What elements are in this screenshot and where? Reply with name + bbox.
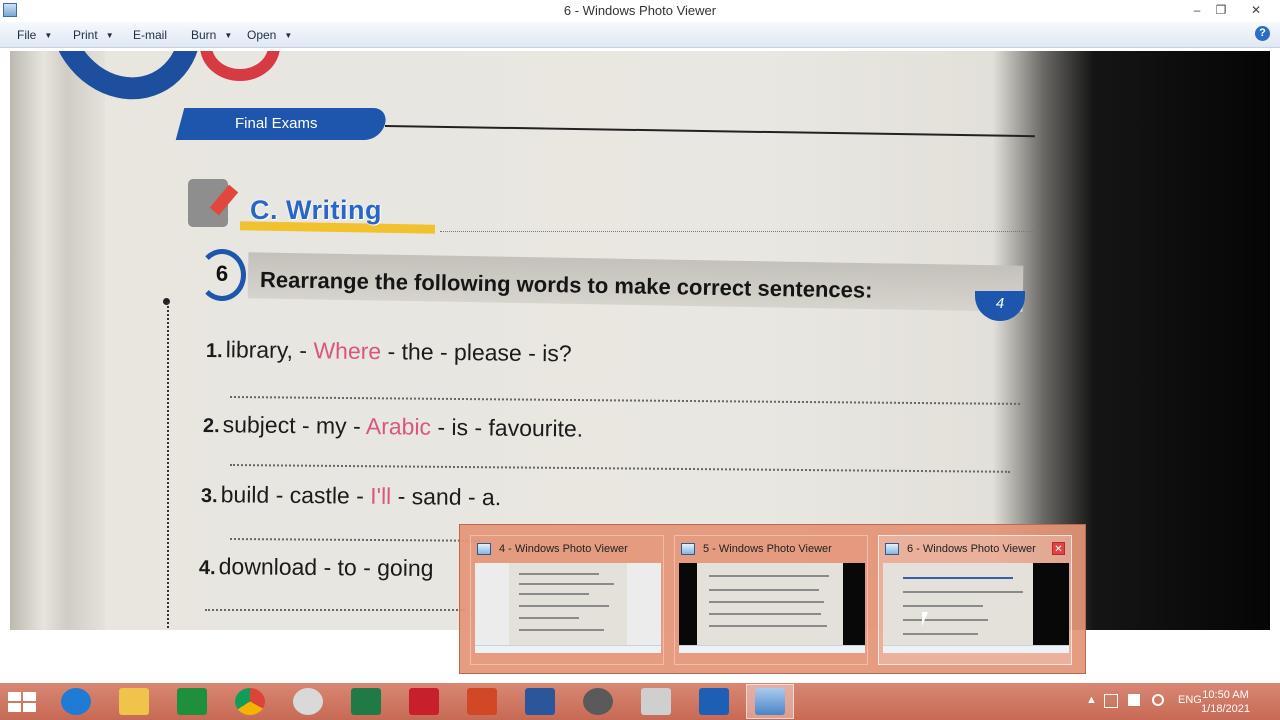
photo-viewer-icon[interactable] <box>755 688 785 715</box>
pen-tool-icon[interactable] <box>699 688 729 715</box>
thumbnail-window-4[interactable]: 4 - Windows Photo Viewer <box>470 535 664 665</box>
mouse-cursor <box>922 612 934 626</box>
menu-open[interactable]: Open ▼ <box>247 28 292 42</box>
sentence-number: 3. <box>200 485 218 508</box>
thumbnail-title: 6 - Windows Photo Viewer <box>907 543 1036 555</box>
menu-file[interactable]: File ▼ <box>17 28 52 42</box>
answer-line-4 <box>205 609 465 611</box>
title-bar: 6 - Windows Photo Viewer – ❐ ✕ <box>0 0 1280 22</box>
header-rule <box>384 125 1035 138</box>
window-title: 6 - Windows Photo Viewer <box>563 3 717 18</box>
sentence-highlight: Arabic <box>365 412 432 440</box>
ribbon-label: Final Exams <box>235 115 318 132</box>
sentence-text: subject - my - <box>222 411 366 439</box>
menu-email-label: E-mail <box>133 28 168 42</box>
menu-print-label: Print <box>73 28 98 42</box>
microphone-icon[interactable] <box>583 688 613 715</box>
language-indicator[interactable]: ENG <box>1178 694 1202 706</box>
sentence-1: 1. library, - Where - the - please - is? <box>206 336 572 367</box>
excel-icon[interactable] <box>351 688 381 715</box>
restore-button[interactable]: ❐ <box>1208 0 1234 20</box>
thumbnail-image <box>679 563 865 653</box>
menu-burn-label: Burn <box>191 28 217 42</box>
minimize-button[interactable]: – <box>1184 0 1210 20</box>
close-icon[interactable]: ✕ <box>1052 542 1065 555</box>
writing-pen-icon <box>188 179 228 227</box>
clock[interactable]: 10:50 AM 1/18/2021 <box>1201 688 1250 716</box>
sentence-text: - the - please - is? <box>381 338 572 367</box>
photo-viewer-icon <box>477 543 491 555</box>
question-number: 6 <box>198 249 246 301</box>
thumbnail-window-6[interactable]: 6 - Windows Photo Viewer ✕ <box>878 535 1072 665</box>
internet-explorer-icon[interactable] <box>61 688 91 715</box>
chrome-icon[interactable] <box>235 688 265 715</box>
thumbnail-image <box>475 563 661 653</box>
powerpoint-icon[interactable] <box>467 688 497 715</box>
answer-line-3 <box>229 538 481 542</box>
store-icon[interactable] <box>177 688 207 715</box>
chevron-down-icon: ▼ <box>284 31 293 40</box>
score-badge: 4 <box>975 291 1025 321</box>
sentence-highlight: I'll <box>370 482 392 509</box>
answer-line-1 <box>229 396 1020 405</box>
sentence-4: 4. download - to - going <box>199 553 434 582</box>
sentence-text: - is - favourite. <box>430 413 584 442</box>
taskbar-thumbnail-preview: 4 - Windows Photo Viewer 5 - Windows Pho… <box>459 524 1086 674</box>
sentence-3: 3. build - castle - I'll - sand - a. <box>201 481 501 511</box>
word-icon[interactable] <box>525 688 555 715</box>
answer-line-2 <box>229 464 1010 473</box>
printer-icon[interactable] <box>641 688 671 715</box>
menu-bar: File ▼ Print ▼ E-mail Burn ▼ Open ▼ ? <box>0 22 1280 48</box>
menu-print[interactable]: Print ▼ <box>73 28 114 42</box>
menu-email[interactable]: E-mail <box>133 28 167 42</box>
volume-icon[interactable] <box>1152 694 1164 706</box>
chevron-down-icon: ▼ <box>224 31 233 40</box>
chevron-down-icon: ▼ <box>105 31 114 40</box>
menu-open-label: Open <box>247 28 277 42</box>
sentence-number: 4. <box>198 557 216 580</box>
file-explorer-icon[interactable] <box>119 688 149 715</box>
margin-dotted-line <box>167 302 169 630</box>
thumbnail-title: 4 - Windows Photo Viewer <box>499 543 628 555</box>
menu-burn[interactable]: Burn ▼ <box>191 28 232 42</box>
thumbnail-title: 5 - Windows Photo Viewer <box>703 543 832 555</box>
section-rule <box>440 231 1040 232</box>
section-title: C. Writing <box>250 195 382 225</box>
menu-file-label: File <box>17 28 37 42</box>
network-icon[interactable] <box>1128 694 1140 706</box>
sentence-text: - sand - a. <box>391 482 502 511</box>
sentence-highlight: Where <box>313 337 382 365</box>
chevron-down-icon: ▼ <box>44 31 53 40</box>
start-icon[interactable] <box>8 692 36 712</box>
sentence-number: 1. <box>205 340 223 363</box>
clock-date: 1/18/2021 <box>1201 703 1250 715</box>
sentence-text: library, - <box>225 336 314 364</box>
sentence-number: 2. <box>202 415 220 438</box>
action-center-icon[interactable] <box>1104 694 1118 708</box>
book-spine <box>10 51 105 630</box>
photo-viewer-icon <box>885 543 899 555</box>
photo-viewer-icon <box>681 543 695 555</box>
taskbar: ▲ ENG 10:50 AM 1/18/2021 <box>0 683 1280 720</box>
close-button[interactable]: ✕ <box>1243 0 1269 20</box>
paint-icon[interactable] <box>293 688 323 715</box>
thumbnail-image <box>883 563 1069 653</box>
show-hidden-icons[interactable]: ▲ <box>1086 694 1097 706</box>
help-icon[interactable]: ? <box>1255 26 1270 41</box>
thumbnail-window-5[interactable]: 5 - Windows Photo Viewer <box>674 535 868 665</box>
decorative-red-arc <box>200 51 280 81</box>
sentence-text: build - castle - <box>220 481 371 509</box>
sentence-2: 2. subject - my - Arabic - is - favourite… <box>203 411 583 443</box>
clock-time: 10:50 AM <box>1202 689 1249 701</box>
acrobat-icon[interactable] <box>409 688 439 715</box>
sentence-text: download - to - going <box>218 553 434 582</box>
